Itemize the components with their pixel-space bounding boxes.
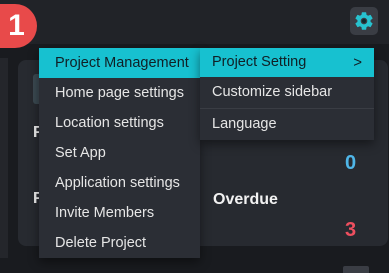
menu-item-set-app[interactable]: Set App [39, 138, 200, 168]
menu-item-project-management[interactable]: Project Management [39, 48, 200, 78]
project-submenu: Project Setting > Customize sidebar Lang… [200, 48, 374, 140]
overdue-label: Overdue [213, 191, 278, 208]
submenu-item-project-setting[interactable]: Project Setting > [200, 48, 374, 77]
menu-item-delete-project[interactable]: Delete Project [39, 228, 200, 258]
top-bar [0, 0, 389, 44]
menu-item-invite-members[interactable]: Invite Members [39, 198, 200, 228]
menu-item-application-settings[interactable]: Application settings [39, 168, 200, 198]
gear-icon [355, 12, 373, 30]
count-value: 0 [345, 152, 357, 174]
background-card-left [0, 58, 8, 258]
overdue-count-value: 3 [345, 219, 357, 241]
menu-item-home-page-settings[interactable]: Home page settings [39, 78, 200, 108]
chevron-right-icon: > [353, 54, 362, 71]
settings-dropdown-menu: Project Management Home page settings Lo… [39, 48, 200, 258]
settings-button[interactable] [350, 7, 378, 35]
submenu-item-language[interactable]: Language [200, 109, 374, 140]
submenu-item-customize-sidebar[interactable]: Customize sidebar [200, 77, 374, 108]
submenu-item-label: Project Setting [212, 54, 307, 70]
grid-icon[interactable] [343, 266, 369, 273]
menu-item-location-settings[interactable]: Location settings [39, 108, 200, 138]
